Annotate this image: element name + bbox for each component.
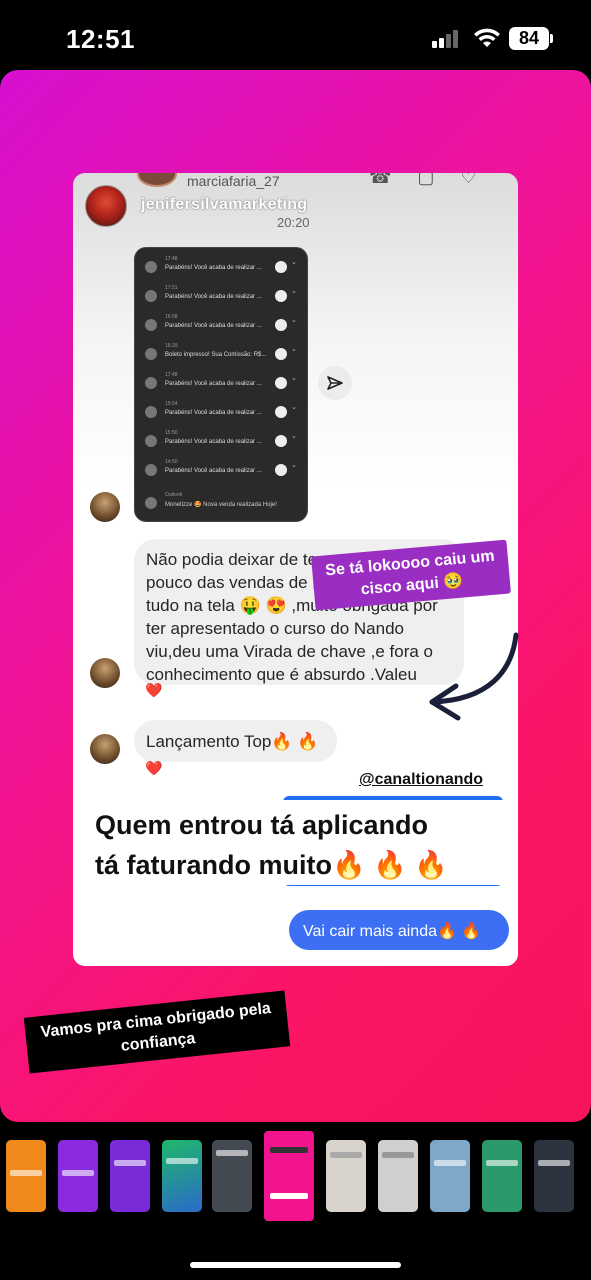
chevron-down-icon: ⌄ xyxy=(291,259,297,266)
app-icon xyxy=(145,497,157,509)
chrome-icon xyxy=(275,464,287,476)
home-indicator[interactable] xyxy=(190,1262,401,1268)
reply-bubble: Vai cair mais ainda🔥 🔥 xyxy=(289,910,509,950)
notification-item: 14:50 Parabéns! Você acaba de realizar .… xyxy=(141,459,301,481)
chevron-down-icon: ⌄ xyxy=(291,462,297,469)
sender-avatar xyxy=(90,734,120,764)
chat-timestamp: 20:20 xyxy=(277,215,310,230)
notification-item: 17:51 Parabéns! Você acaba de realizar .… xyxy=(141,285,301,307)
chrome-icon xyxy=(275,435,287,447)
chrome-icon xyxy=(275,377,287,389)
message-bubble: Lançamento Top🔥 🔥 xyxy=(134,720,337,762)
story-thumbnail[interactable] xyxy=(6,1140,46,1212)
black-text-sticker: Vamos pra cima obrigado pela confiança xyxy=(23,990,291,1074)
sender-avatar xyxy=(90,658,120,688)
chat-username: jenifersilvamarketing xyxy=(141,196,308,213)
arrow-icon xyxy=(429,632,519,721)
quote-box: Quem entrou tá aplicando tá faturando mu… xyxy=(73,800,508,885)
chevron-down-icon: ⌄ xyxy=(291,375,297,382)
top-username: marciafaria_27 xyxy=(187,173,280,189)
story-thumbnail[interactable] xyxy=(430,1140,470,1212)
battery-tip xyxy=(550,34,553,43)
story-canvas[interactable]: marciafaria_27 ☎▢♡ jenifersilvamarketing… xyxy=(0,70,591,1122)
story-thumbnail[interactable] xyxy=(212,1140,252,1212)
sender-avatar xyxy=(90,492,120,522)
chevron-down-icon: ⌄ xyxy=(291,288,297,295)
story-thumbnail-strip[interactable] xyxy=(0,1130,591,1221)
notification-item: 16:29 Boleto impresso! Sua Comissão: R$.… xyxy=(141,343,301,365)
status-bar: 12:51 84 xyxy=(0,0,591,70)
notification-item: 15:50 Parabéns! Você acaba de realizar .… xyxy=(141,430,301,452)
status-time: 12:51 xyxy=(66,24,135,54)
notification-item: 15:54 Parabéns! Você acaba de realizar .… xyxy=(141,401,301,423)
story-thumbnail[interactable] xyxy=(482,1140,522,1212)
app-icon xyxy=(145,261,157,273)
story-thumbnail[interactable] xyxy=(162,1140,202,1212)
notification-item: 17:48 Parabéns! Você acaba de realizar .… xyxy=(141,256,301,278)
chrome-icon xyxy=(275,348,287,360)
chrome-icon xyxy=(275,290,287,302)
heart-reaction: ❤️ xyxy=(145,760,163,776)
heart-reaction: ❤️ xyxy=(145,682,163,698)
chevron-down-icon: ⌄ xyxy=(291,346,297,353)
notification-item: 16:58 Parabéns! Você acaba de realizar .… xyxy=(141,314,301,336)
story-thumbnail[interactable] xyxy=(58,1140,98,1212)
notification-item: Outlook Monetizze 🤩 Nova venda realizada… xyxy=(141,492,301,514)
quote-line-1: Quem entrou tá aplicando xyxy=(95,810,429,840)
app-icon xyxy=(145,435,157,447)
notifications-image: 17:48 Parabéns! Você acaba de realizar .… xyxy=(134,247,308,522)
quote-handle: @canaltionando xyxy=(359,771,484,788)
top-icons: ☎▢♡ xyxy=(369,173,503,187)
chevron-down-icon: ⌄ xyxy=(291,317,297,324)
app-icon xyxy=(145,377,157,389)
quote-line-2: tá faturando muito🔥 🔥 🔥 xyxy=(95,850,448,880)
chrome-icon xyxy=(275,406,287,418)
wifi-icon xyxy=(474,28,500,47)
top-avatar xyxy=(137,173,177,187)
story-thumbnail[interactable] xyxy=(534,1140,574,1212)
story-thumbnail[interactable] xyxy=(378,1140,418,1212)
notification-item: 17:48 Parabéns! Você acaba de realizar .… xyxy=(141,372,301,394)
app-icon xyxy=(145,348,157,360)
chrome-icon xyxy=(275,319,287,331)
story-thumbnail-selected[interactable] xyxy=(264,1131,314,1221)
send-icon xyxy=(327,376,343,390)
profile-avatar xyxy=(85,185,127,227)
share-button xyxy=(318,366,352,400)
cellular-signal-icon xyxy=(432,30,462,48)
chevron-down-icon: ⌄ xyxy=(291,404,297,411)
chrome-icon xyxy=(275,261,287,273)
app-icon xyxy=(145,406,157,418)
app-icon xyxy=(145,464,157,476)
chevron-down-icon: ⌄ xyxy=(291,433,297,440)
app-icon xyxy=(145,290,157,302)
app-icon xyxy=(145,319,157,331)
battery-icon: 84 xyxy=(509,27,549,50)
story-thumbnail[interactable] xyxy=(326,1140,366,1212)
story-thumbnail[interactable] xyxy=(110,1140,150,1212)
